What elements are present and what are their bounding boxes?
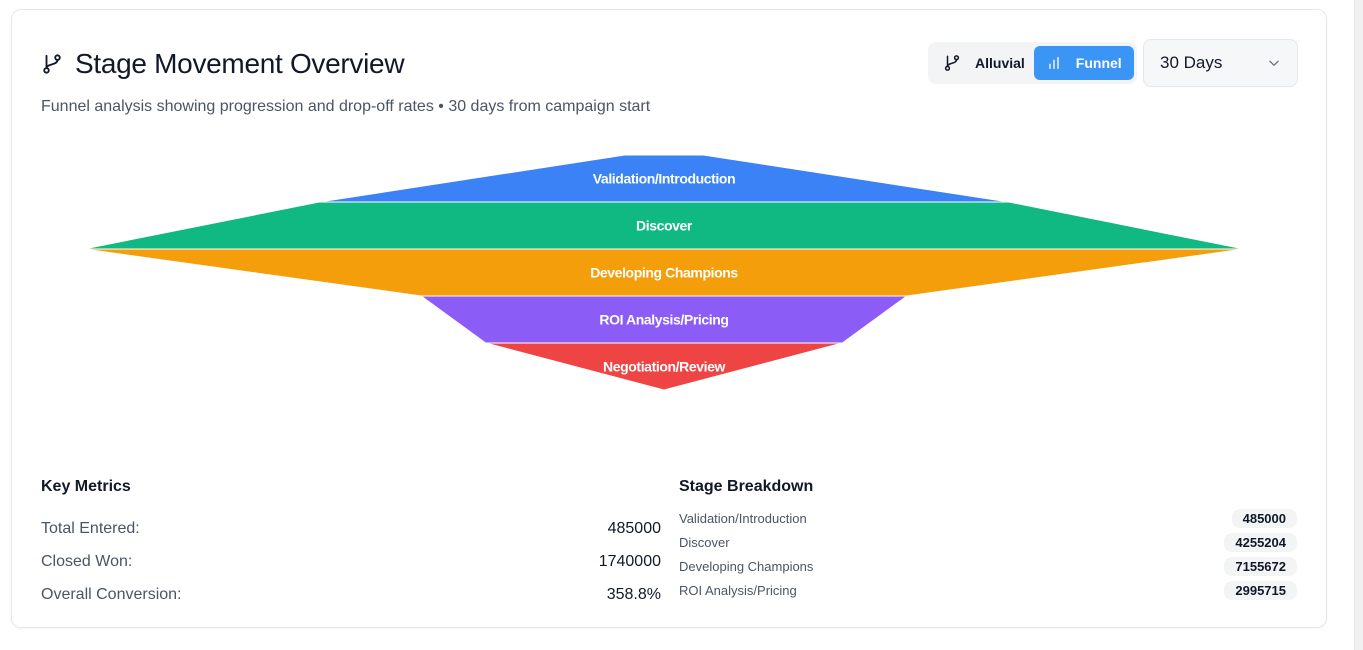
breakdown-count-badge: 7155672 [1224, 556, 1297, 576]
breakdown-count-badge: 485000 [1231, 508, 1297, 528]
stage-breakdown: Stage Breakdown Validation/Introduction … [679, 478, 1297, 602]
metric-value: 485000 [607, 519, 661, 537]
key-metrics-title: Key Metrics [41, 478, 131, 495]
breakdown-label: Developing Champions [679, 558, 814, 574]
funnel-stage-label: Closed Won [626, 406, 703, 422]
breakdown-row: Developing Champions 7155672 [679, 554, 1297, 578]
stage-breakdown-title: Stage Breakdown [679, 478, 814, 495]
funnel-stage-label: Developing Champions [590, 265, 738, 281]
metric-value: 358.8% [606, 585, 661, 603]
breakdown-label: Validation/Introduction [679, 510, 807, 526]
breakdown-row: Discover 4255204 [679, 530, 1297, 554]
breakdown-row: ROI Analysis/Pricing 2995715 [679, 578, 1297, 602]
funnel-stage-label: ROI Analysis/Pricing [599, 312, 728, 328]
breakdown-label: ROI Analysis/Pricing [679, 582, 797, 598]
metric-row: Overall Conversion: 358.8% [41, 578, 661, 611]
page-scrollbar[interactable] [1354, 0, 1363, 650]
breakdown-row: Validation/Introduction 485000 [679, 506, 1297, 530]
metric-row: Total Entered: 485000 [41, 512, 661, 545]
breakdown-count-badge: 4255204 [1224, 532, 1297, 552]
metric-label: Closed Won: [41, 552, 133, 570]
funnel-stage-label: Validation/Introduction [593, 171, 735, 187]
breakdown-label: Discover [679, 534, 730, 550]
breakdown-count-badge: 2995715 [1224, 580, 1297, 600]
funnel-stage-label: Discover [636, 218, 693, 234]
funnel-chart: Validation/Introduction Discover Developin… [83, 154, 1245, 437]
metric-value: 1740000 [598, 552, 661, 570]
funnel-stage-label: Negotiation/Review [603, 359, 725, 375]
stage-movement-card: Stage Movement Overview Funnel analysis … [11, 9, 1327, 628]
metric-label: Total Entered: [41, 519, 140, 537]
metric-label: Overall Conversion: [41, 585, 182, 603]
metric-row: Closed Won: 1740000 [41, 545, 661, 578]
key-metrics: Key Metrics Total Entered: 485000 Closed… [41, 478, 661, 611]
